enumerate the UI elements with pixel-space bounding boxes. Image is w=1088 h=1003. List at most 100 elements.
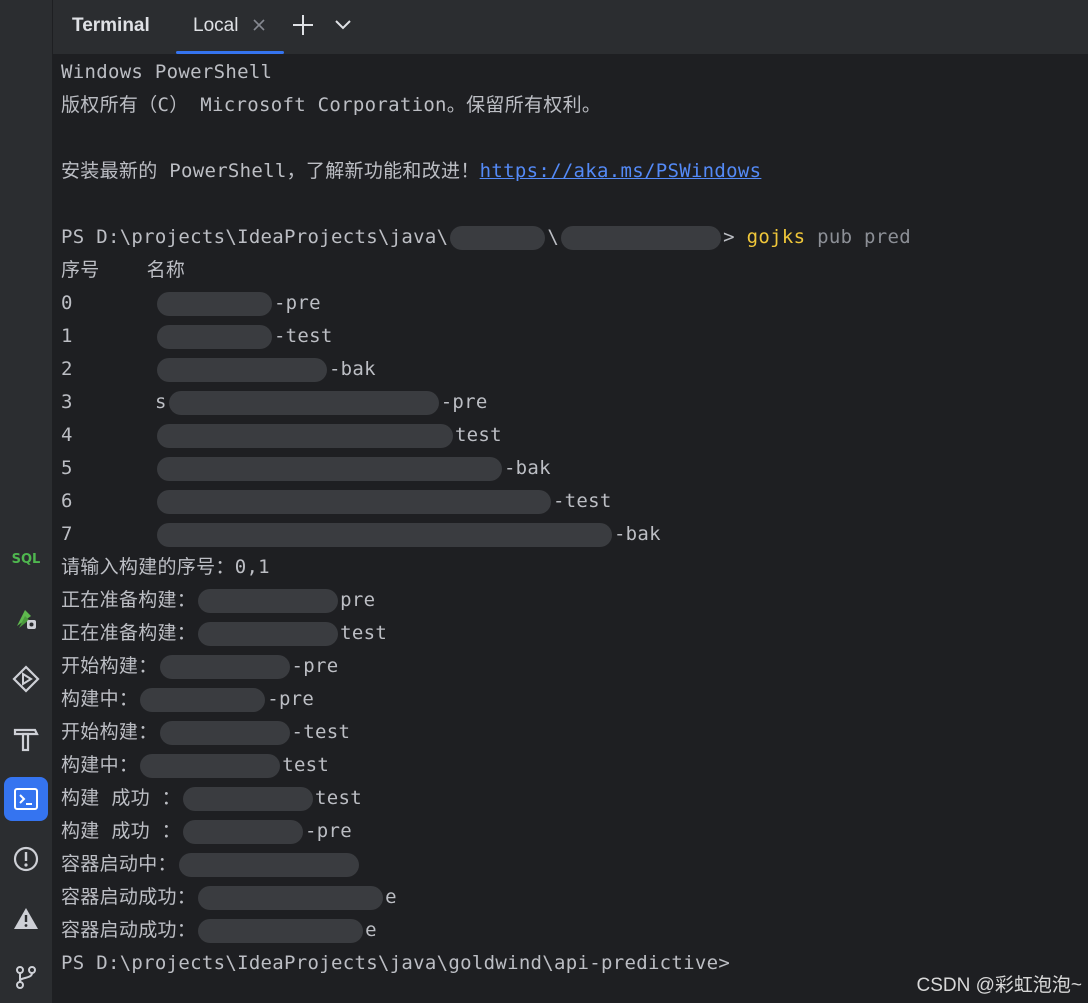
install-link[interactable]: https://aka.ms/PSWindows — [480, 160, 762, 182]
tab-local[interactable]: Local — [176, 0, 284, 54]
redacted-block — [182, 786, 313, 811]
redacted-block — [198, 885, 384, 910]
redacted-block — [140, 753, 281, 778]
redacted-block — [182, 819, 303, 844]
warning-icon[interactable] — [4, 897, 48, 941]
row-suffix: -pre — [440, 391, 488, 413]
redacted-block — [156, 357, 327, 382]
command-name: gojks — [746, 226, 806, 248]
row-suffix: -test — [273, 325, 333, 347]
redacted-block — [156, 291, 272, 316]
input-value: 0,1 — [234, 556, 270, 578]
command-line: PS D:\projects\IdeaProjects\java\ \ > gojk… — [61, 221, 1088, 254]
row-suffix: test — [454, 424, 502, 446]
log-line: 正在准备构建： pre — [61, 584, 1088, 617]
log-label: 容器启动中： — [61, 853, 177, 875]
prompt-mid: \ — [547, 226, 560, 248]
build-icon[interactable] — [4, 717, 48, 761]
table-row: 3 s -pre — [61, 386, 1088, 419]
log-line: 容器启动中： — [61, 848, 1088, 881]
log-label: 构建 成功 ： — [61, 820, 181, 842]
row-num: 3 — [61, 391, 73, 413]
terminal-icon[interactable] — [4, 777, 48, 821]
active-tab-indicator — [176, 51, 284, 54]
log-label: 构建中： — [61, 688, 139, 710]
run-services-icon[interactable] — [4, 657, 48, 701]
row-suffix: -bak — [328, 358, 376, 380]
tab-label: Local — [193, 15, 239, 36]
git-icon[interactable] — [4, 955, 48, 999]
redacted-block — [561, 225, 722, 250]
redacted-block — [156, 522, 612, 547]
log-label: 容器启动成功： — [61, 919, 197, 941]
table-row: 7 -bak — [61, 518, 1088, 551]
log-label: 构建中： — [61, 754, 139, 776]
log-line: 容器启动成功： e — [61, 881, 1088, 914]
table-row: 5 -bak — [61, 452, 1088, 485]
add-tab-icon[interactable] — [291, 13, 315, 42]
log-label: 开始构建： — [61, 655, 158, 677]
log-suffix: e — [385, 886, 397, 908]
prompt-prefix: PS D:\projects\IdeaProjects\java\ — [61, 226, 449, 248]
log-line: 构建中： -pre — [61, 683, 1088, 716]
redacted-block — [156, 456, 502, 481]
redacted-block — [156, 489, 551, 514]
input-prompt: 请输入构建的序号： — [61, 556, 235, 578]
sql-label: SQL — [11, 551, 41, 567]
terminal-output[interactable]: Windows PowerShell 版权所有（C） Microsoft Cor… — [61, 56, 1088, 1003]
chevron-down-icon[interactable] — [334, 18, 352, 36]
row-suffix: -bak — [503, 457, 551, 479]
rocket-icon[interactable] — [4, 597, 48, 641]
log-line: 正在准备构建： test — [61, 617, 1088, 650]
log-suffix: test — [340, 622, 388, 644]
log-suffix: test — [314, 787, 362, 809]
log-line: 开始构建： -pre — [61, 650, 1088, 683]
redacted-block — [198, 588, 339, 613]
row-num: 7 — [61, 523, 73, 545]
terminal-tab-bar: Terminal Local — [53, 0, 1088, 54]
header-num: 序号 — [61, 259, 100, 281]
log-label: 正在准备构建： — [61, 589, 197, 611]
table-row: 2 -bak — [61, 353, 1088, 386]
watermark: CSDN @彩虹泡泡~ — [916, 975, 1083, 996]
log-line: 容器启动成功： e — [61, 914, 1088, 947]
table-row: 0 -pre — [61, 287, 1088, 320]
redacted-block — [159, 720, 290, 745]
close-icon[interactable] — [251, 17, 267, 38]
input-line: 请输入构建的序号：0,1 — [61, 551, 1088, 584]
copyright-line: 版权所有（C） Microsoft Corporation。保留所有权利。 — [61, 94, 602, 116]
log-label: 构建 成功 ： — [61, 787, 181, 809]
log-label: 容器启动成功： — [61, 886, 197, 908]
sql-icon[interactable]: SQL — [4, 537, 48, 581]
redacted-block — [159, 654, 290, 679]
ps-header: Windows PowerShell — [61, 61, 273, 83]
log-suffix: test — [282, 754, 330, 776]
log-line: 开始构建： -test — [61, 716, 1088, 749]
redacted-block — [198, 918, 364, 943]
prompt-end: > — [723, 226, 735, 248]
command-args: pub pred — [817, 226, 912, 248]
row-prefix: s — [154, 391, 167, 413]
row-suffix: -bak — [613, 523, 661, 545]
log-label: 正在准备构建： — [61, 622, 197, 644]
table-row: 6 -test — [61, 485, 1088, 518]
row-num: 4 — [61, 424, 73, 446]
log-suffix: -pre — [267, 688, 315, 710]
problems-icon[interactable] — [4, 837, 48, 881]
log-suffix: -pre — [291, 655, 339, 677]
install-text: 安装最新的 PowerShell，了解新功能和改进！ — [61, 160, 480, 182]
row-num: 2 — [61, 358, 73, 380]
header-name: 名称 — [146, 259, 186, 281]
row-num: 0 — [61, 292, 73, 314]
redacted-block — [450, 225, 546, 250]
log-label: 开始构建： — [61, 721, 158, 743]
log-suffix: pre — [340, 589, 376, 611]
row-num: 5 — [61, 457, 73, 479]
row-num: 1 — [61, 325, 73, 347]
log-line: 构建 成功 ： test — [61, 782, 1088, 815]
row-suffix: -pre — [273, 292, 321, 314]
redacted-block — [140, 687, 266, 712]
redacted-block — [156, 423, 453, 448]
